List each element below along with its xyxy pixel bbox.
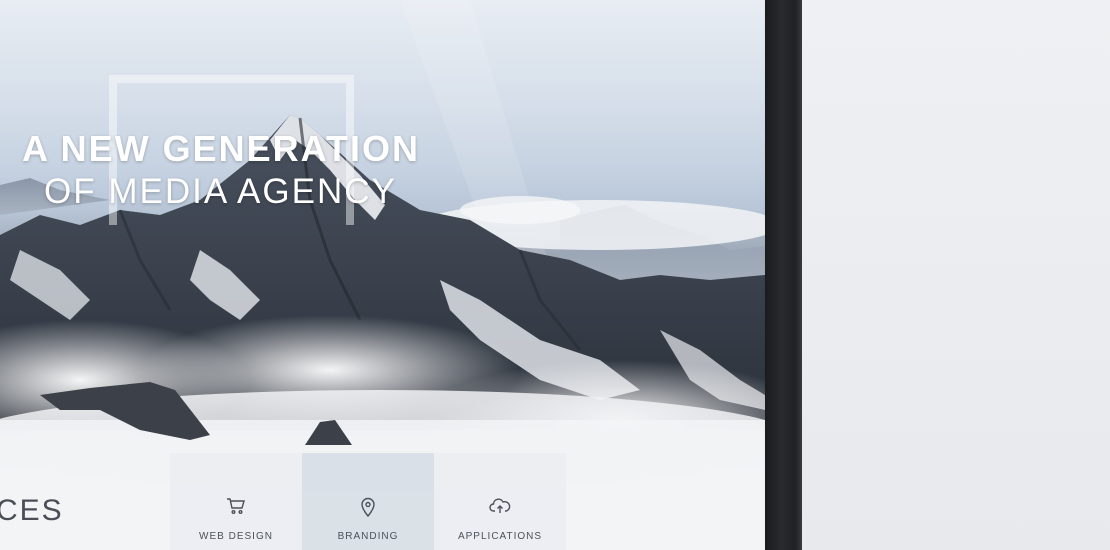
device-bezel bbox=[765, 0, 802, 550]
service-label: WEB DESIGN bbox=[199, 531, 273, 542]
service-label: APPLICATIONS bbox=[457, 531, 543, 542]
hero-title: A NEW GENERATION bbox=[22, 128, 420, 169]
backdrop bbox=[802, 0, 1110, 550]
cart-icon bbox=[226, 497, 246, 520]
hero-subtitle: OF MEDIA AGENCY bbox=[44, 172, 397, 211]
service-tile-branding[interactable]: BRANDING bbox=[302, 453, 434, 550]
service-label: BRANDING bbox=[337, 531, 399, 542]
service-tile-applications[interactable]: APPLICATIONS bbox=[434, 453, 566, 550]
service-tile-web-design[interactable]: WEB DESIGN bbox=[170, 453, 302, 550]
cloud-upload-icon bbox=[489, 497, 511, 520]
map-pin-icon bbox=[360, 497, 376, 522]
website-screen: A NEW GENERATION OF MEDIA AGENCY CES WEB… bbox=[0, 0, 765, 550]
services-heading: CES bbox=[0, 494, 64, 527]
